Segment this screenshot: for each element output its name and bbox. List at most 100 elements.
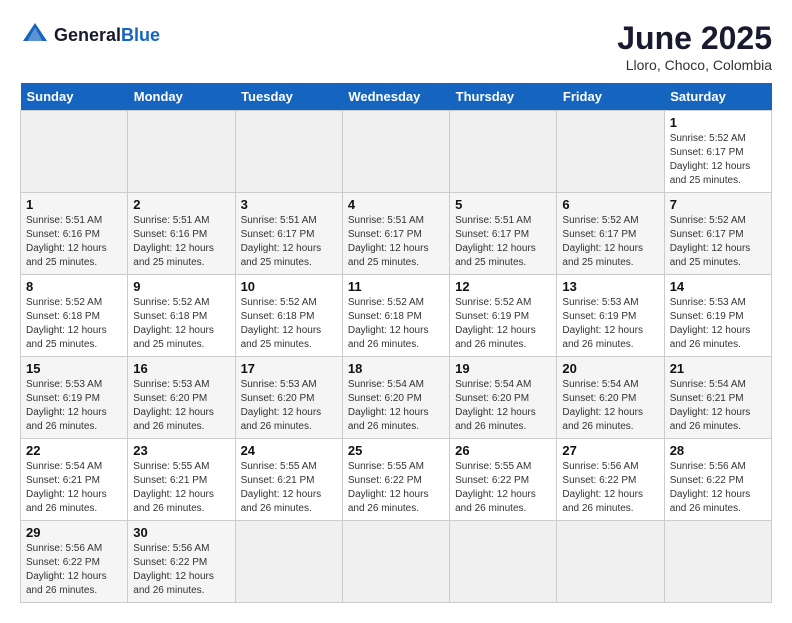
calendar-cell: 8 Sunrise: 5:52 AMSunset: 6:18 PMDaylight… xyxy=(21,275,128,357)
calendar-cell: 12Sunrise: 5:52 AMSunset: 6:19 PMDayligh… xyxy=(450,275,557,357)
calendar-week-row: 29 Sunrise: 5:56 AMSunset: 6:22 PMDayligh… xyxy=(21,521,772,603)
day-detail: Sunrise: 5:52 AMSunset: 6:18 PMDaylight:… xyxy=(26,296,122,352)
day-number: 30 xyxy=(133,525,229,540)
day-number: 17 xyxy=(241,361,337,376)
day-number: 16 xyxy=(133,361,229,376)
column-header-tuesday: Tuesday xyxy=(235,83,342,111)
calendar-cell xyxy=(235,521,342,603)
logo-icon xyxy=(20,20,50,50)
day-number: 28 xyxy=(670,443,766,458)
calendar-week-row: 22 Sunrise: 5:54 AMSunset: 6:21 PMDayligh… xyxy=(21,439,772,521)
day-number: 3 xyxy=(241,197,337,212)
calendar-cell xyxy=(128,111,235,193)
day-detail: Sunrise: 5:51 AMSunset: 6:17 PMDaylight:… xyxy=(241,214,337,270)
calendar-cell xyxy=(342,111,449,193)
calendar-header-row: SundayMondayTuesdayWednesdayThursdayFrid… xyxy=(21,83,772,111)
day-detail: Sunrise: 5:52 AMSunset: 6:17 PMDaylight:… xyxy=(562,214,658,270)
logo-text-blue: Blue xyxy=(121,25,160,45)
day-detail: Sunrise: 5:51 AMSunset: 6:16 PMDaylight:… xyxy=(133,214,229,270)
day-detail: Sunrise: 5:56 AMSunset: 6:22 PMDaylight:… xyxy=(562,460,658,516)
day-detail: Sunrise: 5:53 AMSunset: 6:19 PMDaylight:… xyxy=(562,296,658,352)
day-number: 25 xyxy=(348,443,444,458)
day-number: 6 xyxy=(562,197,658,212)
column-header-monday: Monday xyxy=(128,83,235,111)
calendar-cell xyxy=(235,111,342,193)
calendar-cell: 21Sunrise: 5:54 AMSunset: 6:21 PMDayligh… xyxy=(664,357,771,439)
day-number: 22 xyxy=(26,443,122,458)
column-header-sunday: Sunday xyxy=(21,83,128,111)
calendar-cell: 7Sunrise: 5:52 AMSunset: 6:17 PMDaylight… xyxy=(664,193,771,275)
calendar-cell: 19Sunrise: 5:54 AMSunset: 6:20 PMDayligh… xyxy=(450,357,557,439)
day-number: 1 xyxy=(670,115,766,130)
day-number: 18 xyxy=(348,361,444,376)
day-number: 2 xyxy=(133,197,229,212)
calendar-cell: 2 Sunrise: 5:51 AMSunset: 6:16 PMDaylight… xyxy=(128,193,235,275)
day-detail: Sunrise: 5:52 AMSunset: 6:18 PMDaylight:… xyxy=(133,296,229,352)
calendar-cell: 26 Sunrise: 5:55 AMSunset: 6:22 PMDayligh… xyxy=(450,439,557,521)
calendar-cell: 14 Sunrise: 5:53 AMSunset: 6:19 PMDayligh… xyxy=(664,275,771,357)
day-detail: Sunrise: 5:51 AMSunset: 6:17 PMDaylight:… xyxy=(348,214,444,270)
calendar-cell: 16 Sunrise: 5:53 AMSunset: 6:20 PMDayligh… xyxy=(128,357,235,439)
calendar-week-row: 1Sunrise: 5:51 AMSunset: 6:16 PMDaylight… xyxy=(21,193,772,275)
day-detail: Sunrise: 5:51 AMSunset: 6:17 PMDaylight:… xyxy=(455,214,551,270)
calendar-cell: 23Sunrise: 5:55 AMSunset: 6:21 PMDayligh… xyxy=(128,439,235,521)
calendar-cell: 24Sunrise: 5:55 AMSunset: 6:21 PMDayligh… xyxy=(235,439,342,521)
day-number: 9 xyxy=(133,279,229,294)
column-header-friday: Friday xyxy=(557,83,664,111)
calendar-cell: 5 Sunrise: 5:51 AMSunset: 6:17 PMDaylight… xyxy=(450,193,557,275)
day-number: 19 xyxy=(455,361,551,376)
calendar-cell: 9 Sunrise: 5:52 AMSunset: 6:18 PMDaylight… xyxy=(128,275,235,357)
calendar-week-row: 8 Sunrise: 5:52 AMSunset: 6:18 PMDaylight… xyxy=(21,275,772,357)
calendar-cell: 29Sunrise: 5:56 AMSunset: 6:22 PMDayligh… xyxy=(21,521,128,603)
day-detail: Sunrise: 5:54 AMSunset: 6:21 PMDaylight:… xyxy=(26,460,122,516)
day-detail: Sunrise: 5:53 AMSunset: 6:20 PMDaylight:… xyxy=(133,378,229,434)
day-number: 5 xyxy=(455,197,551,212)
calendar-cell: 6 Sunrise: 5:52 AMSunset: 6:17 PMDaylight… xyxy=(557,193,664,275)
day-number: 11 xyxy=(348,279,444,294)
title-area: June 2025 Lloro, Choco, Colombia xyxy=(617,20,772,73)
calendar-cell: 25Sunrise: 5:55 AMSunset: 6:22 PMDayligh… xyxy=(342,439,449,521)
day-detail: Sunrise: 5:53 AMSunset: 6:19 PMDaylight:… xyxy=(670,296,766,352)
header: GeneralBlue June 2025 Lloro, Choco, Colo… xyxy=(20,20,772,73)
column-header-thursday: Thursday xyxy=(450,83,557,111)
calendar-cell xyxy=(21,111,128,193)
day-number: 12 xyxy=(455,279,551,294)
month-title: June 2025 xyxy=(617,20,772,57)
day-number: 10 xyxy=(241,279,337,294)
column-header-wednesday: Wednesday xyxy=(342,83,449,111)
calendar-cell: 11 Sunrise: 5:52 AMSunset: 6:18 PMDayligh… xyxy=(342,275,449,357)
day-detail: Sunrise: 5:52 AMSunset: 6:17 PMDaylight:… xyxy=(670,132,766,188)
page-container: GeneralBlue June 2025 Lloro, Choco, Colo… xyxy=(20,20,772,603)
calendar-cell: 17 Sunrise: 5:53 AMSunset: 6:20 PMDayligh… xyxy=(235,357,342,439)
day-number: 21 xyxy=(670,361,766,376)
calendar-cell: 1 Sunrise: 5:52 AMSunset: 6:17 PMDaylight… xyxy=(664,111,771,193)
day-number: 23 xyxy=(133,443,229,458)
calendar-cell: 4 Sunrise: 5:51 AMSunset: 6:17 PMDaylight… xyxy=(342,193,449,275)
calendar-cell xyxy=(557,111,664,193)
day-number: 26 xyxy=(455,443,551,458)
logo: GeneralBlue xyxy=(20,20,160,50)
calendar-cell: 3 Sunrise: 5:51 AMSunset: 6:17 PMDaylight… xyxy=(235,193,342,275)
day-number: 4 xyxy=(348,197,444,212)
day-number: 8 xyxy=(26,279,122,294)
day-detail: Sunrise: 5:56 AMSunset: 6:22 PMDaylight:… xyxy=(133,542,229,598)
day-detail: Sunrise: 5:54 AMSunset: 6:20 PMDaylight:… xyxy=(562,378,658,434)
calendar-cell xyxy=(664,521,771,603)
calendar-week-row: 15Sunrise: 5:53 AMSunset: 6:19 PMDayligh… xyxy=(21,357,772,439)
calendar-cell xyxy=(450,111,557,193)
calendar-cell: 30 Sunrise: 5:56 AMSunset: 6:22 PMDayligh… xyxy=(128,521,235,603)
day-detail: Sunrise: 5:51 AMSunset: 6:16 PMDaylight:… xyxy=(26,214,122,270)
day-number: 14 xyxy=(670,279,766,294)
day-detail: Sunrise: 5:52 AMSunset: 6:18 PMDaylight:… xyxy=(241,296,337,352)
logo-text-general: General xyxy=(54,25,121,45)
day-number: 7 xyxy=(670,197,766,212)
day-number: 13 xyxy=(562,279,658,294)
day-detail: Sunrise: 5:53 AMSunset: 6:20 PMDaylight:… xyxy=(241,378,337,434)
day-detail: Sunrise: 5:54 AMSunset: 6:20 PMDaylight:… xyxy=(348,378,444,434)
calendar-cell: 15Sunrise: 5:53 AMSunset: 6:19 PMDayligh… xyxy=(21,357,128,439)
calendar-cell: 27Sunrise: 5:56 AMSunset: 6:22 PMDayligh… xyxy=(557,439,664,521)
day-detail: Sunrise: 5:55 AMSunset: 6:22 PMDaylight:… xyxy=(455,460,551,516)
day-detail: Sunrise: 5:52 AMSunset: 6:18 PMDaylight:… xyxy=(348,296,444,352)
day-number: 24 xyxy=(241,443,337,458)
day-number: 29 xyxy=(26,525,122,540)
